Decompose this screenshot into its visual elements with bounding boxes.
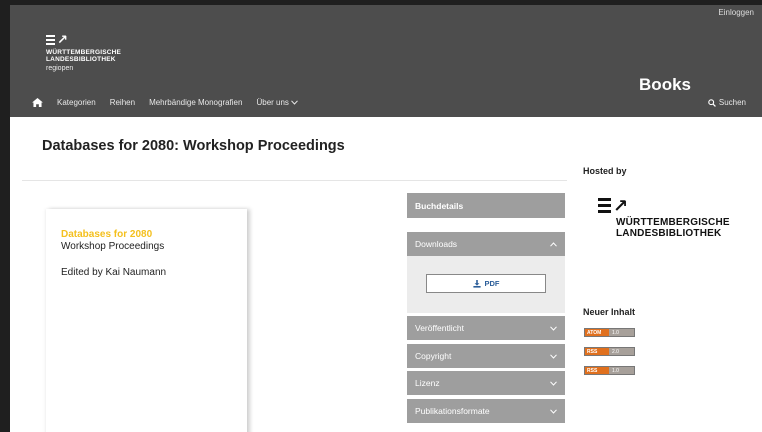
pdf-download-button[interactable]: PDF [426, 274, 546, 293]
page-title: Databases for 2080: Workshop Proceedings [42, 138, 345, 154]
rss1-feed-badge[interactable]: RSS 1.0 [584, 366, 635, 375]
accordion-veroeffentlicht[interactable]: Veröffentlicht [407, 316, 565, 340]
search-button[interactable]: Suchen [708, 98, 746, 107]
new-content-heading: Neuer Inhalt [583, 307, 636, 317]
host-logo-name: WÜRTTEMBERGISCHE LANDESBIBLIOTHEK [616, 217, 730, 239]
hosted-by-heading: Hosted by [583, 166, 627, 176]
rss2-feed-badge[interactable]: RSS 2.0 [584, 347, 635, 356]
chevron-down-icon [550, 408, 557, 414]
accordion-lizenz[interactable]: Lizenz [407, 371, 565, 395]
accordion-buchdetails[interactable]: Buchdetails [407, 193, 565, 218]
nav-item-ueber-uns[interactable]: Über uns [256, 98, 299, 107]
search-icon [708, 98, 716, 107]
accordion-publikationsformate[interactable]: Publikationsformate [407, 399, 565, 423]
downloads-panel: PDF [407, 256, 565, 313]
book-cover: Databases for 2080 Workshop Proceedings … [46, 209, 247, 432]
chevron-down-icon [550, 353, 557, 359]
main-nav: Kategorien Reihen Mehrbändige Monografie… [32, 98, 299, 107]
home-icon[interactable] [32, 98, 43, 107]
site-header: Einloggen ↗ WÜRTTEMBERGISCHE LANDESBIBLI… [10, 5, 762, 117]
chevron-down-icon [291, 100, 299, 105]
accordion-copyright[interactable]: Copyright [407, 344, 565, 368]
host-logo[interactable]: ↗ WÜRTTEMBERGISCHE LANDESBIBLIOTHEK [598, 197, 730, 239]
atom-feed-badge[interactable]: ATOM 1.0 [584, 328, 635, 337]
site-logo[interactable]: ↗ WÜRTTEMBERGISCHE LANDESBIBLIOTHEK regi… [46, 33, 121, 72]
nav-item-mehrbaendige[interactable]: Mehrbändige Monografien [149, 98, 242, 107]
chevron-down-icon [550, 325, 557, 331]
divider [22, 180, 567, 181]
nav-item-reihen[interactable]: Reihen [110, 98, 135, 107]
nav-item-kategorien[interactable]: Kategorien [57, 98, 96, 107]
site-title: Books [639, 75, 691, 94]
accordion-downloads[interactable]: Downloads [407, 232, 565, 256]
cover-title: Databases for 2080 [61, 229, 153, 240]
chevron-up-icon [550, 241, 557, 247]
page: Einloggen ↗ WÜRTTEMBERGISCHE LANDESBIBLI… [10, 5, 762, 432]
chevron-down-icon [550, 380, 557, 386]
cover-subtitle: Workshop Proceedings [61, 241, 165, 252]
download-icon [472, 279, 481, 288]
host-logo-mark-icon: ↗ [598, 197, 730, 215]
cover-editor: Edited by Kai Naumann [61, 267, 167, 278]
logo-subtitle: regiopen [46, 65, 74, 72]
logo-name: WÜRTTEMBERGISCHE LANDESBIBLIOTHEK [46, 49, 122, 63]
logo-mark-icon: ↗ [46, 33, 121, 46]
login-link[interactable]: Einloggen [718, 8, 754, 17]
